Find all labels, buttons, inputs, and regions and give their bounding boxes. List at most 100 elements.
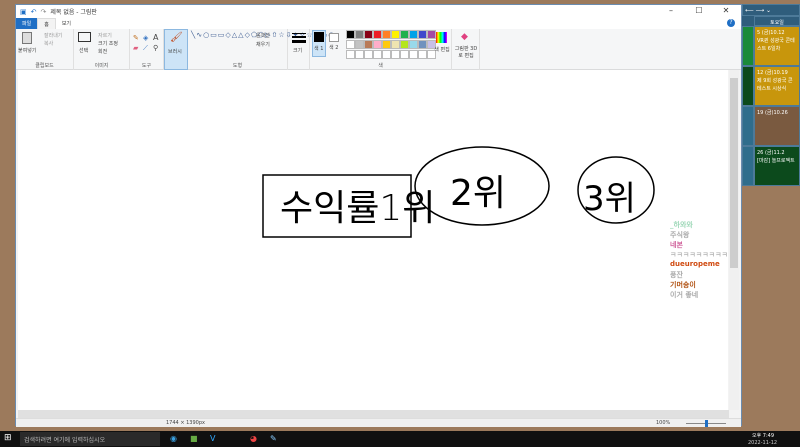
calendar-cell[interactable] bbox=[742, 26, 754, 66]
resize-button[interactable]: 크기 조정 bbox=[98, 40, 118, 47]
palette-swatch[interactable] bbox=[355, 40, 364, 49]
select-button[interactable]: 선택 bbox=[79, 47, 88, 54]
palette-swatch[interactable] bbox=[418, 30, 427, 39]
chrome-icon[interactable]: ◕ bbox=[250, 434, 257, 443]
paint-taskbar-icon[interactable]: ✎ bbox=[270, 434, 277, 443]
undo-icon[interactable]: ↶ bbox=[31, 8, 37, 16]
outline-button[interactable]: 윤곽선 bbox=[256, 32, 270, 39]
tab-file[interactable]: 파일 bbox=[16, 18, 38, 29]
zoom-slider-thumb[interactable] bbox=[705, 420, 708, 427]
edit-colors-button[interactable]: 색 편집 bbox=[434, 46, 450, 53]
edit-colors-icon[interactable] bbox=[436, 32, 447, 43]
overlay-note: 풍잔 bbox=[670, 271, 683, 279]
edge-icon[interactable]: ◉ bbox=[170, 434, 177, 443]
custom-swatch[interactable] bbox=[400, 50, 409, 59]
color1-button[interactable]: 색 1 bbox=[312, 30, 326, 57]
palette-swatch[interactable] bbox=[409, 30, 418, 39]
size-button[interactable]: 크기 bbox=[288, 29, 310, 70]
palette-swatch[interactable] bbox=[400, 40, 409, 49]
color2-button[interactable]: 색 2 bbox=[328, 30, 342, 57]
shapes-gallery[interactable]: ╲∿○▭▭◇△△◇⬠⬡▷⇧☆⇩✦✧☆○▭○ bbox=[191, 31, 334, 39]
overlay-note: 이거 좋네 bbox=[670, 291, 699, 299]
vertical-scrollbar[interactable] bbox=[729, 70, 739, 410]
help-icon[interactable]: ? bbox=[727, 19, 735, 27]
paste-button[interactable]: 붙여넣기 bbox=[18, 47, 36, 54]
custom-swatch[interactable] bbox=[373, 50, 382, 59]
maximize-button[interactable]: ☐ bbox=[692, 6, 706, 15]
palette-swatch[interactable] bbox=[409, 40, 418, 49]
color1-label: 색 1 bbox=[314, 46, 324, 52]
palette-swatch[interactable] bbox=[418, 40, 427, 49]
calendar-event[interactable]: 5 (금)10.12 VR퀸 성광국 콘테스트 6일차 bbox=[754, 26, 800, 66]
custom-swatch[interactable] bbox=[364, 50, 373, 59]
magnifier-icon[interactable]: ⚲ bbox=[153, 44, 158, 52]
paint3d-button[interactable]: ◆ 그림판 3D로 편집 bbox=[452, 29, 480, 70]
close-button[interactable]: ✕ bbox=[719, 6, 733, 15]
custom-swatch[interactable] bbox=[418, 50, 427, 59]
start-button[interactable]: ⊞ bbox=[4, 433, 12, 443]
palette-swatch[interactable] bbox=[427, 30, 436, 39]
calendar-header: 토요일 bbox=[754, 16, 800, 26]
calendar-event[interactable]: 12 (금)10.19 제 9회 성광국 콘테스트 시상식 bbox=[754, 66, 800, 106]
palette-swatch[interactable] bbox=[364, 30, 373, 39]
text-icon[interactable]: A bbox=[153, 33, 158, 42]
drawing-canvas[interactable]: 수익률1위 2위 3위 _하와와 주식왕 네본 ㅋㅋㅋㅋㅋㅋㅋㅋㅋㅋ dueuropem… bbox=[18, 70, 734, 410]
calendar-event[interactable]: 26 (금)11.2 [마감] 놀프로젝트 bbox=[754, 146, 800, 186]
palette-swatch[interactable] bbox=[391, 30, 400, 39]
copy-button[interactable]: 복사 bbox=[44, 40, 53, 47]
calendar-cell[interactable] bbox=[742, 66, 754, 106]
tab-home[interactable]: 홈 bbox=[37, 18, 56, 29]
palette-swatch[interactable] bbox=[373, 40, 382, 49]
brushes-label: 브러시 bbox=[168, 49, 182, 55]
cut-button[interactable]: 잘라내기 bbox=[44, 32, 62, 39]
fill-button[interactable]: 채우기 bbox=[256, 41, 270, 48]
fill-icon[interactable]: ◈ bbox=[143, 34, 148, 42]
palette-swatch[interactable] bbox=[400, 30, 409, 39]
custom-swatch[interactable] bbox=[355, 50, 364, 59]
save-icon[interactable]: ▣ bbox=[20, 8, 27, 16]
redo-icon[interactable]: ↷ bbox=[41, 8, 47, 16]
color-picker-icon[interactable]: ⟋ bbox=[143, 44, 148, 53]
color2-label: 색 2 bbox=[329, 45, 339, 51]
eraser-icon[interactable]: ▰ bbox=[133, 44, 138, 52]
custom-swatch[interactable] bbox=[382, 50, 391, 59]
palette-swatch[interactable] bbox=[373, 30, 382, 39]
palette-swatch[interactable] bbox=[346, 40, 355, 49]
vscode-icon[interactable]: V bbox=[210, 434, 215, 443]
overlay-note: 네본 bbox=[670, 241, 683, 249]
palette-swatch[interactable] bbox=[346, 30, 355, 39]
custom-swatch[interactable] bbox=[409, 50, 418, 59]
paste-icon[interactable] bbox=[22, 32, 32, 44]
image-dimensions: 1744 × 1390px bbox=[166, 420, 205, 426]
palette-swatch[interactable] bbox=[391, 40, 400, 49]
calendar-cell[interactable] bbox=[742, 146, 754, 186]
palette-swatch[interactable] bbox=[364, 40, 373, 49]
rotate-button[interactable]: 회전 bbox=[98, 48, 107, 55]
select-icon[interactable] bbox=[78, 32, 91, 42]
crop-button[interactable]: 자르기 bbox=[98, 32, 112, 39]
event-date: 19 (금)10.26 bbox=[757, 110, 788, 116]
custom-swatch[interactable] bbox=[391, 50, 400, 59]
palette-swatch[interactable] bbox=[382, 30, 391, 39]
minecraft-icon[interactable]: ■ bbox=[190, 434, 198, 443]
circle3-text: 3위 bbox=[583, 179, 636, 219]
custom-swatch[interactable] bbox=[346, 50, 355, 59]
status-bar: 1744 × 1390px 100% bbox=[16, 418, 741, 427]
minimize-button[interactable]: – bbox=[664, 6, 678, 15]
calendar-nav[interactable]: ⟵ ⟶ ⌄ bbox=[742, 4, 800, 16]
horizontal-scrollbar[interactable] bbox=[18, 410, 729, 418]
zoom-slider[interactable] bbox=[686, 420, 726, 427]
palette-swatch[interactable] bbox=[382, 40, 391, 49]
tab-view[interactable]: 보기 bbox=[56, 18, 77, 29]
taskbar-search[interactable]: 검색하려면 여기에 입력하십시오 bbox=[20, 432, 160, 446]
palette-swatch[interactable] bbox=[355, 30, 364, 39]
scroll-thumb[interactable] bbox=[730, 78, 738, 268]
calendar-cell[interactable] bbox=[742, 106, 754, 146]
pencil-icon[interactable]: ✎ bbox=[133, 34, 139, 42]
clock-time[interactable]: 오후 7:49 bbox=[752, 432, 774, 439]
clock-date[interactable]: 2022-11-12 bbox=[748, 440, 777, 446]
brushes-button[interactable]: 🖌 브러시 bbox=[164, 29, 188, 70]
calendar-event[interactable]: 19 (금)10.26 bbox=[754, 106, 800, 146]
size-label: 크기 bbox=[293, 48, 303, 54]
colors-label: 색 bbox=[378, 63, 383, 69]
